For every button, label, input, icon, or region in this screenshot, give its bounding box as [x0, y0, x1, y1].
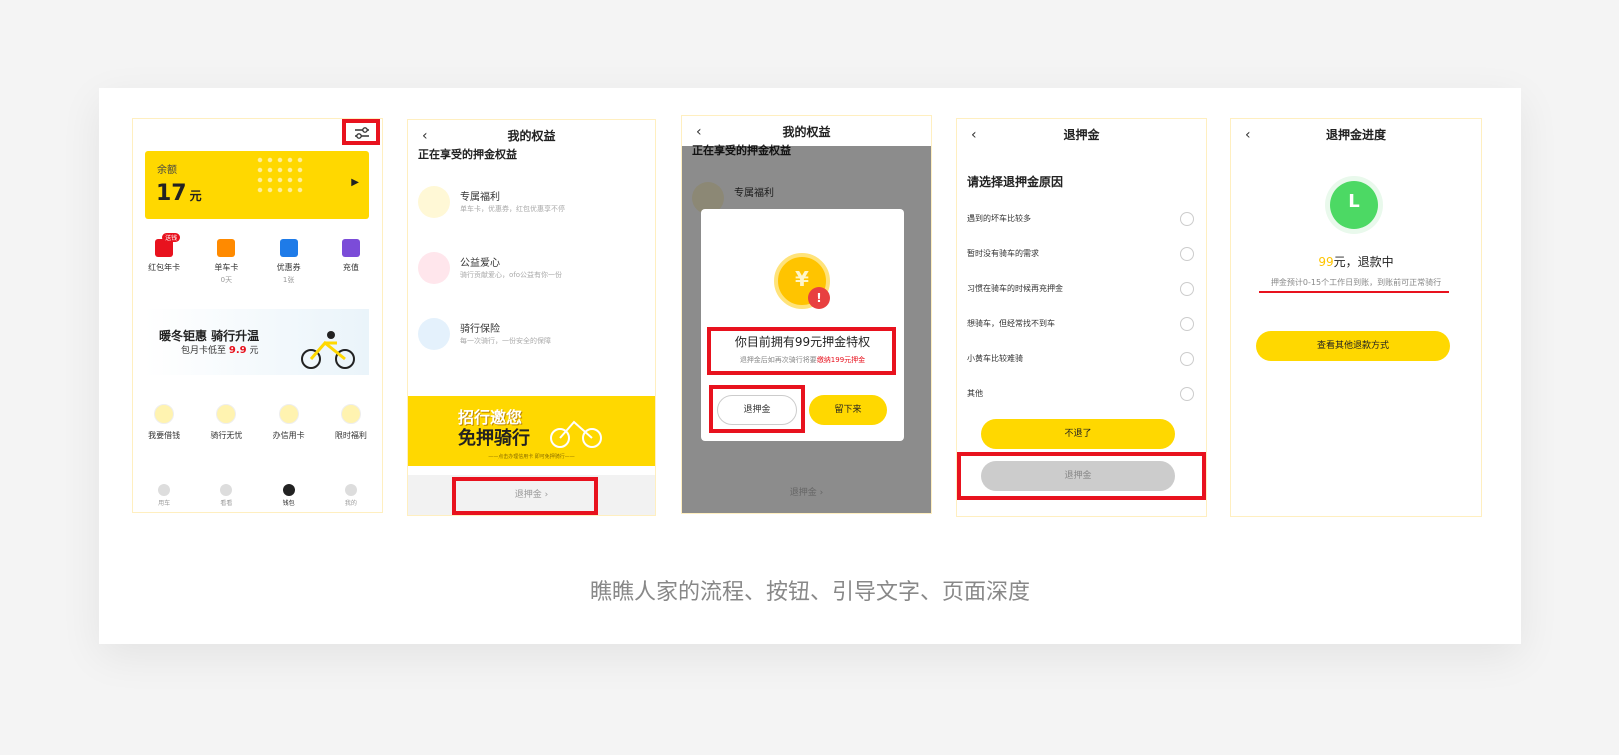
promo-banner[interactable]: 暖冬钜惠 骑行升温 包月卡低至 9.9 元	[145, 309, 369, 375]
refund-reason-screen: ‹ 退押金 请选择退押金原因 遇到的坏车比较多 暂时没有骑车的需求 习惯在骑车的…	[956, 118, 1207, 517]
shield-icon	[418, 318, 450, 350]
benefit-item[interactable]: 骑行保险 每一次骑行，一份安全的保障	[418, 316, 638, 352]
refund-deposit-link[interactable]: 退押金 ›	[682, 473, 931, 513]
benefit-item[interactable]: 专属福利 单车卡，优惠券，红包优惠享不停	[418, 184, 638, 220]
card-icon	[278, 404, 299, 424]
wallet-icon	[154, 404, 175, 424]
caption: 瞧瞧人家的流程、按钮、引导文字、页面深度	[589, 580, 1030, 605]
bike-icon	[550, 420, 602, 448]
tab-ride[interactable]: 用车	[133, 476, 195, 512]
radio-icon[interactable]	[1180, 212, 1194, 226]
reason-option[interactable]: 其他	[967, 386, 1194, 402]
bike-card-icon	[217, 239, 236, 257]
warning-icon: !	[808, 287, 830, 309]
radio-icon[interactable]	[1180, 282, 1194, 296]
shortcut-coupon[interactable]: 优惠券 1张	[258, 239, 320, 285]
coupon-icon	[279, 239, 298, 257]
shortcut-bike-card[interactable]: 单车卡 0天	[195, 239, 257, 285]
recharge-icon	[341, 239, 360, 257]
refund-status: 99元，退款中	[1318, 255, 1394, 269]
shield-icon	[216, 404, 237, 424]
eye-icon	[220, 484, 233, 496]
page-title: 我的权益	[507, 129, 556, 143]
reason-option[interactable]: 暂时没有骑车的需求	[967, 246, 1194, 262]
balance-card[interactable]: 余额 17 元 ▶	[145, 151, 369, 219]
highlight-refund-button	[709, 385, 805, 433]
page-title: 退押金	[1063, 128, 1100, 142]
radio-icon[interactable]	[1180, 387, 1194, 401]
gift-icon	[418, 186, 450, 218]
banner-title: 暖冬钜惠 骑行升温	[159, 329, 260, 343]
bike-illustration-icon	[301, 331, 355, 369]
arrow-right-icon: ▶	[351, 177, 359, 188]
highlight-refund-button	[957, 452, 1206, 500]
shortcut-red-pack-card[interactable]: 送钱 红包年卡	[133, 233, 195, 285]
tab-me[interactable]: 我的	[320, 476, 382, 512]
benefits-modal-screen: ‹ 我的权益 正在享受的押金权益 专属福利 ¥ ! 你目前拥有99元押金特权 退…	[681, 115, 932, 514]
highlight-underline	[1259, 291, 1449, 293]
reason-heading: 请选择退押金原因	[967, 175, 1064, 189]
benefits-screen: ‹ 我的权益 正在享受的押金权益 专属福利 单车卡，优惠券，红包优惠享不停 公益爱…	[407, 119, 656, 516]
credit-card-banner[interactable]: 招行邀您 免押骑行 ——点击办理信用卡 即可免押骑行——	[408, 396, 655, 466]
shortcut-grid: 送钱 红包年卡 单车卡 0天 优惠券 1张 充值	[133, 233, 382, 285]
benefit-item[interactable]: 公益爱心 骑行贡献爱心，ofo公益有你一份	[418, 250, 638, 286]
service-loan[interactable]: 我要借钱	[133, 404, 195, 441]
refund-progress-screen: ‹ 退押金进度 L 99元，退款中 押金预计0-15个工作日到账，到账前可正常骑…	[1230, 118, 1482, 517]
reason-option[interactable]: 遇到的坏车比较多	[967, 211, 1194, 227]
balance-value: 17 元	[156, 181, 202, 206]
stay-button[interactable]: 留下来	[809, 395, 887, 425]
clock-icon: L	[1330, 181, 1378, 229]
settings-icon[interactable]	[354, 125, 370, 139]
page-title: 退押金进度	[1325, 128, 1386, 142]
tab-wallet[interactable]: 钱包	[258, 476, 320, 512]
heart-icon	[418, 252, 450, 284]
highlight-refund-link	[452, 477, 598, 515]
radio-icon[interactable]	[1180, 317, 1194, 331]
banner-subtitle: 包月卡低至 9.9 元	[181, 345, 259, 356]
other-refund-methods-button[interactable]: 查看其他退款方式	[1256, 331, 1450, 361]
profile-icon	[344, 484, 357, 496]
reason-option[interactable]: 习惯在骑车的时候再充押金	[967, 281, 1194, 297]
page-title: 我的权益	[782, 125, 831, 139]
wallet-tab-icon	[282, 484, 295, 496]
reason-option[interactable]: 想骑车，但经常找不到车	[967, 316, 1194, 332]
service-benefit[interactable]: 限时福利	[320, 404, 382, 441]
section-title: 正在享受的押金权益	[418, 148, 517, 161]
radio-icon[interactable]	[1180, 352, 1194, 366]
tab-bar: 用车 看看 钱包 我的	[133, 476, 382, 512]
tab-explore[interactable]: 看看	[195, 476, 257, 512]
scan-icon	[158, 484, 171, 496]
retention-dialog: ¥ ! 你目前拥有99元押金特权 退押金后如再次骑行将要缴纳199元押金 退押金…	[701, 209, 904, 441]
service-grid: 我要借钱 骑行无忧 办信用卡 限时福利	[133, 404, 382, 441]
reason-option[interactable]: 小黄车比较难骑	[967, 351, 1194, 367]
gift-icon	[340, 404, 361, 424]
service-insurance[interactable]: 骑行无忧	[195, 404, 257, 441]
balance-label: 余额	[157, 165, 177, 176]
wallet-screen: 余额 17 元 ▶ 送钱 红包年卡 单车卡 0天 优惠券 1张 充值 暖冬钜惠 …	[132, 118, 383, 513]
keep-deposit-button[interactable]: 不退了	[981, 419, 1175, 449]
refund-note: 押金预计0-15个工作日到账，到账前可正常骑行	[1270, 278, 1442, 287]
highlight-dialog-text	[707, 327, 896, 375]
radio-icon[interactable]	[1180, 247, 1194, 261]
shortcut-recharge[interactable]: 充值	[320, 239, 382, 285]
showcase-card: 余额 17 元 ▶ 送钱 红包年卡 单车卡 0天 优惠券 1张 充值 暖冬钜惠 …	[99, 88, 1521, 644]
promo-badge: 送钱	[162, 233, 181, 242]
service-credit-card[interactable]: 办信用卡	[258, 404, 320, 441]
